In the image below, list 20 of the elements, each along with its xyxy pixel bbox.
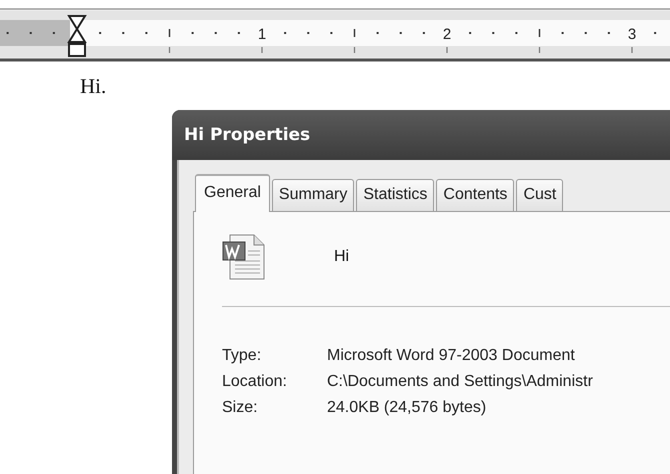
window-title: Hi Properties — [184, 125, 310, 145]
property-label: Size: — [222, 399, 259, 417]
ruler-number: 3 — [628, 26, 636, 43]
ruler-margin-area — [0, 20, 70, 46]
property-label: Location: — [222, 373, 288, 391]
ruler-number: 1 — [258, 26, 266, 43]
property-value: 24.0KB (24,576 bytes) — [327, 399, 488, 417]
property-value: Microsoft Word 97-2003 Document — [327, 347, 576, 365]
tab[interactable]: Summary — [272, 179, 354, 211]
tab[interactable]: Contents — [436, 179, 514, 211]
tab[interactable]: General — [195, 174, 270, 212]
document-text: Hi. — [80, 74, 106, 99]
ruler-number: 2 — [442, 26, 452, 43]
indent-marker-icon[interactable] — [67, 15, 87, 57]
document-icon — [222, 234, 266, 280]
property-value: C:\Documents and Settings\Administr — [327, 373, 594, 391]
file-name: Hi — [334, 248, 350, 266]
tab[interactable]: Statistics — [356, 179, 434, 211]
property-label: Type: — [222, 347, 262, 365]
tab[interactable]: Cust — [516, 179, 564, 211]
